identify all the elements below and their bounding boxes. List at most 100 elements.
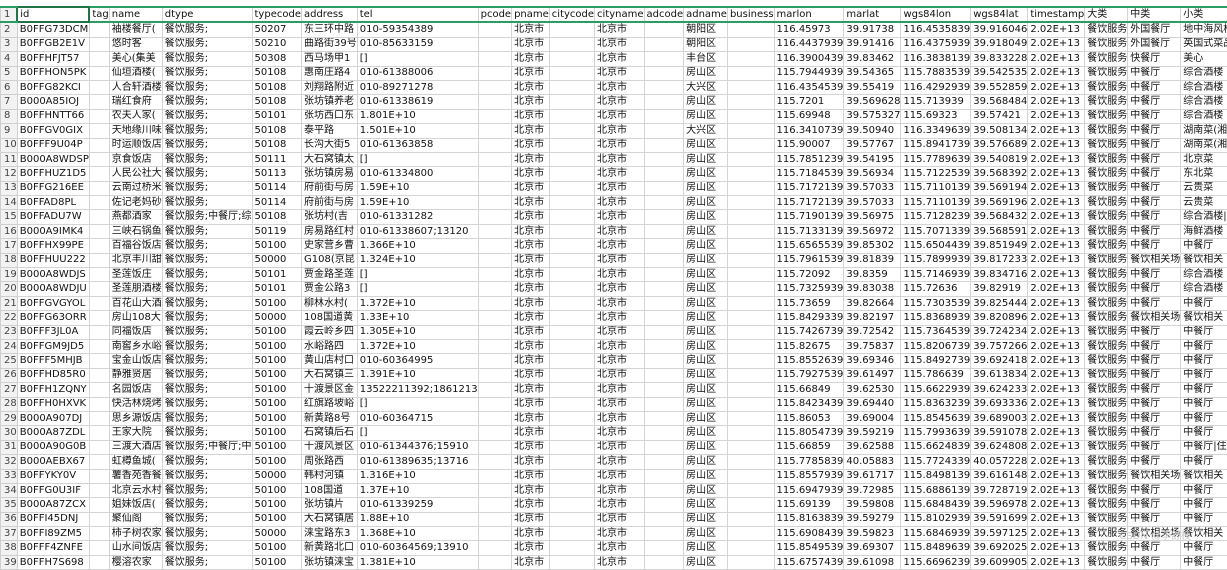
- row-number[interactable]: 3: [1, 37, 18, 51]
- table-cell[interactable]: 2.02E+13: [1028, 426, 1085, 440]
- table-cell[interactable]: 餐饮服务: [1085, 52, 1128, 66]
- table-cell[interactable]: [549, 325, 594, 339]
- table-cell[interactable]: 115.8941739: [901, 138, 971, 152]
- table-cell[interactable]: 瑞红食府: [109, 95, 162, 109]
- table-cell[interactable]: 房山区: [684, 138, 728, 152]
- table-cell[interactable]: [644, 167, 684, 181]
- table-cell[interactable]: 中餐厅: [1181, 455, 1227, 469]
- table-cell[interactable]: 大石窝镇三: [301, 368, 357, 382]
- table-cell[interactable]: 北京市: [512, 124, 550, 138]
- table-cell[interactable]: 116.4354539: [774, 80, 844, 94]
- table-cell[interactable]: 116.3838139: [901, 52, 971, 66]
- table-cell[interactable]: []: [357, 268, 478, 282]
- table-cell[interactable]: [727, 124, 774, 138]
- table-cell[interactable]: 中餐厅: [1128, 95, 1181, 109]
- table-cell[interactable]: 姐妹饭店(: [109, 498, 162, 512]
- table-cell[interactable]: 50100: [252, 296, 301, 310]
- table-cell[interactable]: [478, 325, 511, 339]
- table-cell[interactable]: [644, 339, 684, 353]
- table-cell[interactable]: 115.69323: [901, 109, 971, 123]
- table-cell[interactable]: 北京市: [595, 109, 644, 123]
- table-cell[interactable]: [549, 339, 594, 353]
- table-cell[interactable]: [549, 311, 594, 325]
- table-cell[interactable]: 2.02E+13: [1028, 383, 1085, 397]
- row-number[interactable]: 4: [1, 52, 18, 66]
- table-cell[interactable]: [478, 311, 511, 325]
- table-cell[interactable]: 50100: [252, 239, 301, 253]
- table-cell[interactable]: 39.918049: [971, 37, 1028, 51]
- table-cell[interactable]: 中餐厅: [1128, 383, 1181, 397]
- table-cell[interactable]: [478, 368, 511, 382]
- table-cell[interactable]: 50113: [252, 167, 301, 181]
- table-cell[interactable]: B0FFH7S698: [17, 555, 89, 569]
- table-cell[interactable]: 1.391E+10: [357, 368, 478, 382]
- table-cell[interactable]: 中餐厅: [1128, 196, 1181, 210]
- table-cell[interactable]: B000A87ZDL: [17, 426, 89, 440]
- table-cell[interactable]: 袖楼餐厅(: [109, 22, 162, 37]
- table-cell[interactable]: [644, 224, 684, 238]
- table-cell[interactable]: 房山区: [684, 527, 728, 541]
- table-cell[interactable]: 1.324E+10: [357, 253, 478, 267]
- table-cell[interactable]: 餐饮服务: [1085, 296, 1128, 310]
- table-cell[interactable]: [644, 210, 684, 224]
- table-cell[interactable]: 2.02E+13: [1028, 469, 1085, 483]
- table-cell[interactable]: 115.90007: [774, 138, 844, 152]
- table-cell[interactable]: 餐饮服务;: [162, 138, 252, 152]
- table-cell[interactable]: 2.02E+13: [1028, 455, 1085, 469]
- table-cell[interactable]: 云贵菜: [1181, 196, 1227, 210]
- table-cell[interactable]: B000AEBX67: [17, 455, 89, 469]
- table-cell[interactable]: 静雅贤居: [109, 368, 162, 382]
- table-cell[interactable]: 北京市: [512, 239, 550, 253]
- table-cell[interactable]: 餐饮服务;: [162, 22, 252, 37]
- table-cell[interactable]: [549, 52, 594, 66]
- table-cell[interactable]: 餐饮服务: [1085, 196, 1128, 210]
- table-cell[interactable]: 北京市: [595, 95, 644, 109]
- table-cell[interactable]: [644, 109, 684, 123]
- table-cell[interactable]: 张坊镇房易: [301, 167, 357, 181]
- table-cell[interactable]: [478, 253, 511, 267]
- table-cell[interactable]: 中餐厅: [1181, 339, 1227, 353]
- row-number[interactable]: 26: [1, 368, 18, 382]
- table-cell[interactable]: 房易路红村: [301, 224, 357, 238]
- table-cell[interactable]: [89, 368, 109, 382]
- table-cell[interactable]: 1.501E+10: [357, 124, 478, 138]
- table-cell[interactable]: 北京市: [512, 253, 550, 267]
- table-cell[interactable]: 50000: [252, 253, 301, 267]
- table-cell[interactable]: 餐饮服务: [1085, 512, 1128, 526]
- table-cell[interactable]: 房山区: [684, 426, 728, 440]
- table-cell[interactable]: 房山区: [684, 152, 728, 166]
- table-cell[interactable]: 云南过桥米: [109, 181, 162, 195]
- table-cell[interactable]: 115.7325939: [774, 282, 844, 296]
- table-cell[interactable]: [644, 383, 684, 397]
- table-cell[interactable]: 仙垣酒楼(: [109, 66, 162, 80]
- table-cell[interactable]: 北京市: [595, 512, 644, 526]
- table-cell[interactable]: 中餐厅: [1128, 210, 1181, 224]
- table-cell[interactable]: 北京市: [595, 239, 644, 253]
- table-cell[interactable]: 39.613834: [971, 368, 1028, 382]
- table-cell[interactable]: 北京市: [595, 138, 644, 152]
- table-cell[interactable]: 餐饮服务;: [162, 311, 252, 325]
- column-header-cell[interactable]: marlat: [844, 7, 901, 22]
- table-cell[interactable]: 人民公社大: [109, 167, 162, 181]
- table-cell[interactable]: 115.6696239: [901, 555, 971, 569]
- table-cell[interactable]: 餐饮服务: [1085, 383, 1128, 397]
- table-cell[interactable]: 50308: [252, 52, 301, 66]
- table-cell[interactable]: [644, 455, 684, 469]
- table-cell[interactable]: 美心: [1181, 52, 1227, 66]
- table-cell[interactable]: [478, 512, 511, 526]
- table-cell[interactable]: [478, 411, 511, 425]
- table-cell[interactable]: 北京市: [595, 253, 644, 267]
- table-cell[interactable]: 北京市: [512, 22, 550, 37]
- table-cell[interactable]: 1.801E+10: [357, 109, 478, 123]
- table-cell[interactable]: 史家营乡曹: [301, 239, 357, 253]
- table-cell[interactable]: 2.02E+13: [1028, 37, 1085, 51]
- table-cell[interactable]: [644, 512, 684, 526]
- table-cell[interactable]: 39.568484: [971, 95, 1028, 109]
- table-cell[interactable]: 餐饮服务;: [162, 239, 252, 253]
- table-cell[interactable]: [89, 483, 109, 497]
- table-cell[interactable]: [478, 138, 511, 152]
- table-cell[interactable]: 39.597125: [971, 527, 1028, 541]
- row-number[interactable]: 25: [1, 354, 18, 368]
- table-cell[interactable]: 115.7724339: [901, 455, 971, 469]
- table-cell[interactable]: 39.56975: [844, 210, 901, 224]
